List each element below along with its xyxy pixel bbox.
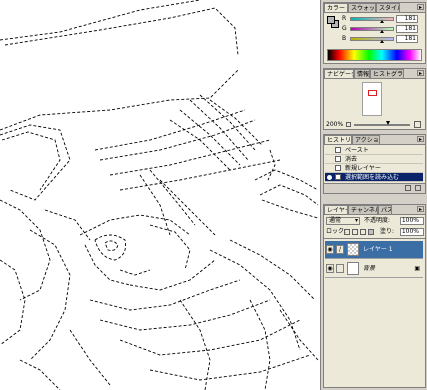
layer-row-selected[interactable]: ◉ / レイヤー 1 (325, 241, 423, 259)
layer-row[interactable]: ◉ 背景 ▣ (325, 260, 423, 278)
history-step-icon (335, 165, 341, 171)
history-item-selected[interactable]: 選択範囲を読み込む (325, 173, 423, 182)
navigator-thumbnail[interactable] (362, 82, 382, 116)
history-item[interactable]: ペースト (325, 146, 423, 155)
fill-field[interactable]: 100% (400, 228, 424, 236)
layer-thumbnail (347, 243, 359, 256)
slider-g-value[interactable]: 181 (396, 25, 418, 33)
tab-layers[interactable]: レイヤー (324, 205, 348, 214)
history-item-label: 消去 (345, 156, 358, 163)
zoom-in-icon[interactable] (414, 121, 421, 128)
panel-menu-icon[interactable]: ▸ (417, 70, 424, 77)
foreground-color-swatch[interactable] (327, 16, 335, 24)
tab-swatches[interactable]: スウォッチ (348, 3, 376, 12)
blend-mode-value: 通常 (329, 217, 342, 224)
tab-navigator[interactable]: ナビゲータ (324, 69, 354, 78)
history-step-icon (335, 147, 341, 153)
slider-g-thumb[interactable] (380, 30, 384, 33)
tab-channels[interactable]: チャンネル (348, 205, 378, 214)
opacity-label: 不透明度: (364, 217, 391, 224)
tab-styles[interactable]: スタイル (376, 3, 400, 12)
slider-b-track[interactable] (350, 37, 394, 41)
slider-g-track[interactable] (350, 27, 394, 31)
opacity-value: 100% (401, 217, 419, 224)
slider-r[interactable]: R 181 (342, 15, 425, 23)
history-panel: ヒストリー アクション ▸ ペースト 消去 新規レイヤー 選択範囲を読み込む (323, 134, 426, 194)
palette-dock: カラー スウォッチ スタイル ▸ R 181 G 181 B 181 (320, 0, 427, 390)
navigator-view-box[interactable] (368, 90, 377, 96)
panel-menu-icon[interactable]: ▸ (417, 136, 424, 143)
slider-g[interactable]: G 181 (342, 25, 425, 33)
slider-b-thumb[interactable] (380, 40, 384, 43)
zoom-slider[interactable] (354, 124, 410, 126)
fill-label: 塗り: (380, 228, 395, 235)
slider-r-track[interactable] (350, 17, 394, 21)
lock-paint-icon[interactable] (352, 229, 358, 235)
slider-r-label: R (342, 15, 347, 22)
tab-info[interactable]: 情報 (354, 69, 370, 78)
layer-name[interactable]: 背景 (363, 265, 375, 273)
tab-actions[interactable]: アクション (352, 135, 380, 144)
zoom-out-icon[interactable] (346, 122, 351, 127)
lock-move-icon[interactable] (360, 229, 366, 235)
panel-menu-icon[interactable]: ▸ (417, 206, 424, 213)
fill-value: 100% (401, 228, 419, 235)
navigator-panel: ナビゲータ 情報 ヒストグラム ▸ 200% (323, 68, 426, 130)
layers-panel-tabs: レイヤー チャンネル パス ▸ (324, 205, 425, 215)
selection-outline-artwork (0, 0, 319, 390)
history-footer (324, 183, 425, 193)
tab-history[interactable]: ヒストリー (324, 135, 352, 144)
brush-icon[interactable]: / (336, 245, 344, 254)
document-canvas[interactable] (0, 0, 320, 390)
navigator-panel-tabs: ナビゲータ 情報 ヒストグラム ▸ (324, 69, 425, 79)
lock-transparency-icon[interactable] (344, 229, 350, 235)
history-item[interactable]: 消去 (325, 155, 423, 164)
color-panel: カラー スウォッチ スタイル ▸ R 181 G 181 B 181 (323, 2, 426, 64)
slider-b-value[interactable]: 181 (396, 35, 418, 43)
color-spectrum-ramp[interactable] (327, 49, 422, 61)
history-state-marker-icon[interactable] (327, 175, 332, 180)
history-step-icon (335, 174, 341, 180)
eye-icon[interactable]: ◉ (326, 245, 334, 254)
history-step-icon (335, 156, 341, 162)
zoom-slider-thumb[interactable] (386, 121, 390, 125)
lock-all-icon[interactable] (368, 229, 374, 235)
slider-b[interactable]: B 181 (342, 35, 425, 43)
history-item-label: 新規レイヤー (345, 165, 381, 172)
layers-list: ◉ / レイヤー 1 ◉ 背景 ▣ (324, 238, 425, 379)
layer-name[interactable]: レイヤー 1 (363, 246, 393, 254)
layer-thumbnail (347, 262, 359, 275)
new-snapshot-icon[interactable] (405, 185, 411, 191)
eye-icon[interactable]: ◉ (326, 264, 334, 273)
slider-g-label: G (342, 25, 347, 32)
history-panel-tabs: ヒストリー アクション ▸ (324, 135, 425, 145)
panel-menu-icon[interactable]: ▸ (417, 4, 424, 11)
layers-panel: レイヤー チャンネル パス ▸ 通常 ▾ 不透明度: 100% ロック: 塗り:… (323, 204, 426, 388)
tab-paths[interactable]: パス (378, 205, 392, 214)
tab-histogram[interactable]: ヒストグラム (370, 69, 404, 78)
opacity-field[interactable]: 100% (400, 217, 424, 225)
brush-icon[interactable] (336, 264, 344, 273)
navigator-zoom-value[interactable]: 200% (326, 121, 343, 128)
color-panel-tabs: カラー スウォッチ スタイル ▸ (324, 3, 425, 13)
history-item-label: ペースト (345, 147, 369, 154)
trash-icon[interactable] (415, 185, 421, 191)
tab-color[interactable]: カラー (324, 3, 348, 12)
chevron-down-icon: ▾ (354, 217, 358, 224)
slider-b-label: B (342, 35, 347, 42)
lock-icon: ▣ (414, 265, 420, 272)
slider-r-value[interactable]: 181 (396, 15, 418, 23)
slider-r-thumb[interactable] (380, 20, 384, 23)
history-item[interactable]: 新規レイヤー (325, 164, 423, 173)
blend-mode-select[interactable]: 通常 ▾ (326, 217, 360, 225)
history-item-label: 選択範囲を読み込む (345, 174, 400, 181)
